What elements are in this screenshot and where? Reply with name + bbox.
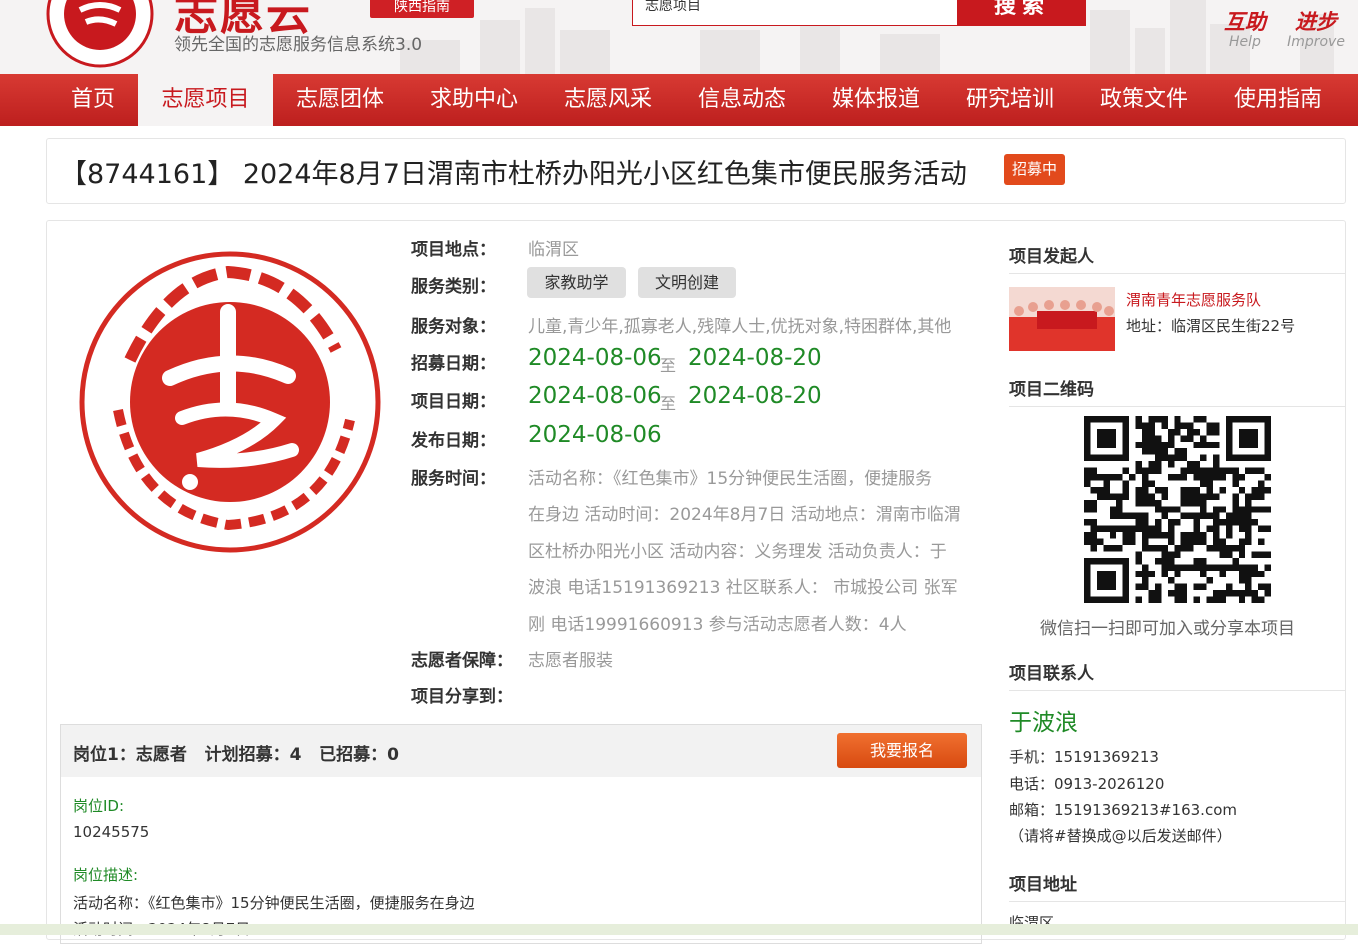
project-title: 【8744161】 2024年8月7日渭南市杜桥办阳光小区红色集市便民服务活动 (60, 159, 967, 190)
recruit-date-label: 招募日期： (411, 354, 496, 374)
position-id-value: 10245575 (73, 823, 150, 841)
service-time-label: 服务时间： (411, 469, 496, 489)
qr-code-icon (1084, 416, 1271, 603)
initiator-heading: 项目发起人 (1009, 242, 1346, 274)
publish-date-label: 发布日期： (411, 431, 496, 451)
nav-item-groups[interactable]: 志愿团体 (273, 74, 407, 126)
service-time-line: 在身边 活动时间：2024年8月7日 活动地点：渭南市临渭 (528, 505, 961, 525)
main-nav: 首页 志愿项目 志愿团体 求助中心 志愿风采 信息动态 媒体报道 研究培训 政策… (0, 74, 1358, 126)
guarantee-value: 志愿者服装 (528, 651, 613, 671)
nav-item-showcase[interactable]: 志愿风采 (541, 74, 675, 126)
position-title: 岗位1：志愿者 计划招募：4 已招募：0 (73, 745, 399, 765)
help-sub-label: Help (1229, 34, 1261, 50)
nav-item-help-center[interactable]: 求助中心 (407, 74, 541, 126)
target-value: 儿童,青少年,孤寡老人,残障人士,优抚对象,特困群体,其他 (528, 317, 952, 337)
position-desc-line: 活动名称：《红色集市》15分钟便民生活圈，便捷服务在身边 (73, 894, 475, 912)
project-start-date: 2024-08-06 (528, 383, 662, 409)
service-time-line: 活动名称：《红色集市》15分钟便民生活圈，便捷服务 (528, 469, 933, 489)
position-id-label: 岗位ID: (73, 797, 125, 815)
site-logo-icon[interactable] (46, 0, 154, 68)
recruit-start-date: 2024-08-06 (528, 345, 662, 371)
category-tag-civilization[interactable]: 文明创建 (638, 267, 736, 298)
service-time-line: 波浪 电话15191369213 社区联系人： 市城投公司 张军 (528, 578, 958, 598)
nav-item-media[interactable]: 媒体报道 (809, 74, 943, 126)
qr-caption: 微信扫一扫即可加入或分享本项目 (1040, 619, 1295, 639)
improve-sub-label: Improve (1287, 34, 1345, 50)
recruit-date-separator: 至 (660, 356, 677, 375)
share-label: 项目分享到： (411, 687, 513, 707)
nav-item-training[interactable]: 研究培训 (943, 74, 1077, 126)
organization-name-link[interactable]: 渭南青年志愿服务队 (1126, 289, 1261, 310)
contact-mobile: 手机：15191369213 (1009, 748, 1159, 766)
address-heading: 项目地址 (1009, 870, 1346, 902)
organization-address: 地址：临渭区民生街22号 (1126, 317, 1296, 335)
project-end-date: 2024-08-20 (688, 383, 822, 409)
nav-item-projects[interactable]: 志愿项目 (138, 74, 273, 126)
site-header: 志愿云 领先全国的志愿服务信息系统3.0 陕西指南 志愿项目 搜索 互助 Hel… (0, 0, 1358, 74)
contact-email-note: （请将#替换成@以后发送邮件） (1009, 827, 1232, 845)
nav-item-news[interactable]: 信息动态 (675, 74, 809, 126)
position-desc-label: 岗位描述: (73, 866, 139, 884)
page-footer-strip (0, 924, 1358, 935)
signup-button[interactable]: 我要报名 (837, 733, 967, 768)
search-button[interactable]: 搜索 (958, 0, 1086, 26)
organization-photo[interactable] (1009, 287, 1115, 351)
service-time-line: 刚 电话19991660913 参与活动志愿者人数：4人 (528, 615, 907, 635)
qr-heading: 项目二维码 (1009, 375, 1346, 407)
recruit-end-date: 2024-08-20 (688, 345, 822, 371)
contact-phone: 电话：0913-2026120 (1009, 775, 1165, 793)
service-time-line: 区杜桥办阳光小区 活动内容：义务理发 活动负责人：于 (528, 542, 947, 562)
project-date-label: 项目日期： (411, 392, 496, 412)
contact-name: 于波浪 (1009, 710, 1078, 736)
location-label: 项目地点： (411, 240, 496, 260)
china-volunteer-service-logo-icon (79, 251, 381, 553)
category-tag-tutoring[interactable]: 家教助学 (527, 267, 626, 298)
nav-item-guide[interactable]: 使用指南 (1211, 74, 1345, 126)
guarantee-label: 志愿者保障： (411, 651, 513, 671)
nav-item-home[interactable]: 首页 (46, 74, 140, 126)
improve-link[interactable]: 进步 Improve (1280, 6, 1352, 50)
brand-tagline: 领先全国的志愿服务信息系统3.0 (174, 35, 423, 55)
search-input[interactable]: 志愿项目 (632, 0, 958, 26)
help-link[interactable]: 互助 Help (1214, 6, 1276, 50)
status-badge: 招募中 (1004, 154, 1065, 185)
publish-date-value: 2024-08-06 (528, 422, 662, 448)
contact-email[interactable]: 邮箱：15191369213#163.com (1009, 799, 1237, 820)
nav-item-policy[interactable]: 政策文件 (1077, 74, 1211, 126)
target-label: 服务对象： (411, 317, 496, 337)
location-value: 临渭区 (528, 240, 579, 260)
improve-label: 进步 (1295, 10, 1337, 34)
region-guide-button[interactable]: 陕西指南 (370, 0, 474, 18)
category-label: 服务类别： (411, 277, 496, 297)
help-label: 互助 (1224, 10, 1266, 34)
project-date-separator: 至 (660, 394, 677, 413)
contact-heading: 项目联系人 (1009, 659, 1346, 691)
